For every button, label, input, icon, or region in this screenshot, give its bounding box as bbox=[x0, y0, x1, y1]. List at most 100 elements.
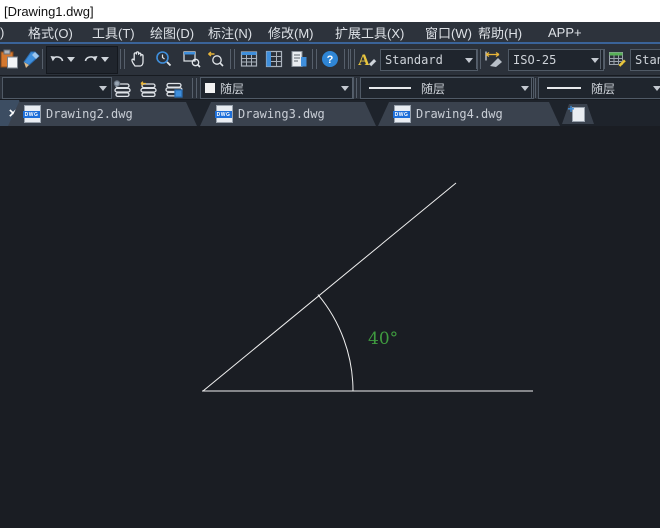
zoom-previous-button[interactable] bbox=[204, 47, 228, 71]
lineweight-combo[interactable]: 随层 bbox=[538, 77, 660, 99]
linetype-value: 随层 bbox=[421, 80, 518, 97]
layer-states-button[interactable] bbox=[110, 77, 134, 101]
drawing-canvas[interactable]: 40° bbox=[0, 126, 660, 528]
dim-style-button[interactable] bbox=[482, 47, 506, 71]
paste-icon bbox=[0, 49, 19, 70]
text-style-button[interactable]: A bbox=[355, 47, 379, 71]
dim-style-combo[interactable]: ISO-25 bbox=[508, 49, 604, 71]
format-painter-icon bbox=[22, 49, 42, 69]
dim-style-icon bbox=[483, 49, 505, 69]
dwg-file-icon: DWG bbox=[216, 105, 233, 123]
table-palette-button[interactable] bbox=[237, 47, 261, 71]
tab-drawing2[interactable]: DWG Drawing2.dwg bbox=[8, 102, 197, 126]
color-value: 随层 bbox=[220, 80, 338, 97]
chevron-down-icon bbox=[67, 57, 75, 62]
pan-hand-icon bbox=[128, 49, 148, 69]
menu-item-window[interactable]: 窗口(W) bbox=[425, 22, 472, 42]
document-palette-button[interactable] bbox=[287, 47, 311, 71]
menu-item-app-plus[interactable]: APP+ bbox=[548, 22, 582, 42]
layer-previous-icon bbox=[137, 79, 159, 99]
dim-style-value: ISO-25 bbox=[513, 53, 588, 67]
standard-toolbar: ? A Standard ISO-25 bbox=[0, 44, 660, 76]
paste-button[interactable] bbox=[0, 47, 21, 71]
menu-item-tools[interactable]: 工具(T) bbox=[92, 22, 135, 42]
zoom-window-icon bbox=[182, 49, 202, 69]
menu-item-clipped[interactable]: ) bbox=[0, 22, 4, 42]
chevron-down-icon bbox=[465, 58, 473, 63]
toolbar-separator bbox=[476, 49, 481, 69]
text-style-icon: A bbox=[356, 49, 378, 69]
menu-bar: ) 格式(O) 工具(T) 绘图(D) 标注(N) 修改(M) 扩展工具(X) … bbox=[0, 22, 660, 42]
lineweight-sample bbox=[547, 87, 581, 89]
menu-item-dimension[interactable]: 标注(N) bbox=[208, 22, 252, 42]
menu-item-modify[interactable]: 修改(M) bbox=[268, 22, 314, 42]
arc-entity[interactable] bbox=[318, 295, 353, 391]
undo-history-button[interactable] bbox=[65, 47, 77, 71]
zoom-realtime-button[interactable] bbox=[152, 47, 176, 71]
layer-translate-icon bbox=[163, 79, 185, 99]
toolbar-separator bbox=[230, 49, 235, 69]
redo-history-button[interactable] bbox=[99, 47, 111, 71]
layer-combo[interactable] bbox=[2, 77, 112, 99]
text-style-combo[interactable]: Standard bbox=[380, 49, 478, 71]
window-title-bar: [Drawing1.dwg] bbox=[0, 0, 660, 22]
toolbar-separator bbox=[120, 49, 125, 69]
chevron-down-icon bbox=[521, 86, 529, 91]
undo-button[interactable] bbox=[48, 47, 66, 71]
zoom-window-button[interactable] bbox=[180, 47, 204, 71]
color-combo[interactable]: 随层 bbox=[200, 77, 354, 99]
help-icon: ? bbox=[320, 49, 340, 69]
window-title: [Drawing1.dwg] bbox=[0, 4, 94, 19]
toolbar-separator bbox=[531, 78, 536, 98]
zoom-previous-icon bbox=[206, 49, 226, 69]
drawing-svg[interactable]: 40° bbox=[0, 126, 660, 528]
grid-palette-icon bbox=[264, 49, 284, 69]
toolbar-separator bbox=[312, 49, 317, 69]
chevron-down-icon bbox=[101, 57, 109, 62]
table-style-combo[interactable]: Standard bbox=[630, 49, 660, 71]
plus-icon: + bbox=[568, 104, 575, 114]
chevron-down-icon bbox=[653, 86, 660, 91]
layer-previous-button[interactable] bbox=[136, 77, 160, 101]
grid-palette-button[interactable] bbox=[262, 47, 286, 71]
undo-icon bbox=[49, 52, 65, 66]
redo-icon bbox=[83, 52, 99, 66]
tab-label: Drawing4.dwg bbox=[416, 107, 503, 121]
new-tab-button[interactable]: + bbox=[562, 104, 594, 124]
format-painter-button[interactable] bbox=[20, 47, 44, 71]
toolbar-separator bbox=[192, 78, 197, 98]
angle-dimension-text[interactable]: 40° bbox=[368, 329, 398, 349]
dwg-file-icon: DWG bbox=[394, 105, 411, 123]
tab-label: Drawing3.dwg bbox=[238, 107, 325, 121]
tab-drawing4[interactable]: DWG Drawing4.dwg bbox=[378, 102, 560, 126]
layer-states-icon bbox=[111, 79, 133, 99]
tab-drawing3[interactable]: DWG Drawing3.dwg bbox=[200, 102, 376, 126]
table-style-button[interactable] bbox=[605, 47, 629, 71]
menu-item-express-tools[interactable]: 扩展工具(X) bbox=[335, 22, 404, 42]
menu-item-draw[interactable]: 绘图(D) bbox=[150, 22, 194, 42]
toolbar-separator bbox=[352, 78, 357, 98]
table-palette-icon bbox=[239, 49, 259, 69]
table-style-value: Standard bbox=[635, 53, 660, 67]
ray-entity[interactable] bbox=[203, 183, 456, 391]
color-swatch bbox=[205, 83, 215, 93]
zoom-realtime-icon bbox=[154, 49, 174, 69]
redo-button[interactable] bbox=[82, 47, 100, 71]
document-palette-icon bbox=[289, 49, 309, 69]
menu-item-help[interactable]: 帮助(H) bbox=[478, 22, 522, 42]
layer-translate-button[interactable] bbox=[162, 77, 186, 101]
document-tab-bar: × DWG Drawing2.dwg DWG Drawing3.dwg DWG … bbox=[0, 100, 660, 126]
linetype-combo[interactable]: 随层 bbox=[360, 77, 534, 99]
pan-button[interactable] bbox=[126, 47, 150, 71]
svg-text:?: ? bbox=[327, 54, 334, 66]
menu-item-format[interactable]: 格式(O) bbox=[28, 22, 73, 42]
properties-toolbar: 随层 随层 随层 bbox=[0, 76, 660, 100]
toolbar-separator bbox=[344, 49, 349, 69]
help-button[interactable]: ? bbox=[318, 47, 342, 71]
lineweight-value: 随层 bbox=[591, 80, 650, 97]
linetype-sample bbox=[369, 87, 411, 89]
svg-text:A: A bbox=[358, 52, 370, 69]
new-drawing-icon: + bbox=[572, 107, 585, 122]
chevron-down-icon bbox=[99, 86, 107, 91]
table-style-icon bbox=[607, 49, 627, 69]
